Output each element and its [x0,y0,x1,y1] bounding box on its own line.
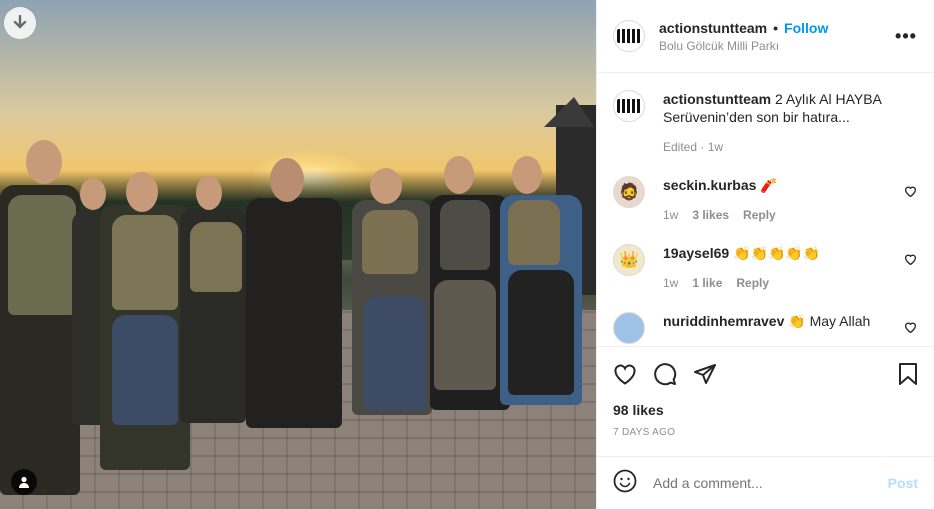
likes-count[interactable]: 98 likes [613,402,918,418]
share-icon [694,364,716,384]
reply-button[interactable]: Reply [743,208,776,222]
avatar[interactable]: 🧔 [613,176,645,208]
comment-time[interactable]: 1w [663,276,678,290]
avatar[interactable] [613,20,645,52]
post-side-panel: actionstuntteam • Follow Bolu Gölcük Milli… [596,0,934,509]
share-button[interactable] [693,363,717,385]
more-options-button[interactable]: ••• [894,26,918,47]
bookmark-icon [899,363,917,385]
download-icon [13,15,27,29]
comment-input[interactable] [653,475,888,491]
caption-time[interactable]: 1w [708,140,723,154]
like-button[interactable] [613,363,637,385]
post-header: actionstuntteam • Follow Bolu Gölcük Milli… [597,0,934,73]
comment-like-button[interactable] [904,184,918,224]
comments-list[interactable]: actionstuntteam 2 Aylık Al HAYBA Serüven… [597,74,934,346]
comment-composer: Post [597,456,934,509]
caption-username[interactable]: actionstuntteam [663,91,771,107]
post-comment-button[interactable]: Post [888,475,918,491]
save-button[interactable] [898,363,918,385]
avatar[interactable]: 👑 [613,244,645,276]
emoji-button[interactable] [613,469,637,498]
caption: actionstuntteam 2 Aylık Al HAYBA Serüven… [613,90,918,156]
heart-icon [904,322,917,334]
avatar[interactable] [613,312,645,344]
comment-item: 👑 19aysel69 👏👏👏👏👏 1w 1 like Reply [613,244,918,292]
reply-button[interactable]: Reply [736,276,769,290]
comment-like-button[interactable] [904,320,918,344]
post-username[interactable]: actionstuntteam [659,20,767,36]
comment-button[interactable] [653,362,677,386]
comment-text: 👏 May Allah [788,313,871,329]
post-view: actionstuntteam • Follow Bolu Gölcük Milli… [0,0,934,509]
comment-likes[interactable]: 3 likes [692,208,729,222]
comment-username[interactable]: nuriddinhemravev [663,313,784,329]
heart-icon [614,364,636,385]
comment-item: 🧔 seckin.kurbas 🧨 1w 3 likes Reply [613,176,918,224]
comment-icon [654,363,677,386]
comment-username[interactable]: 19aysel69 [663,245,729,261]
comment-text: 👏👏👏👏👏 [733,245,821,261]
comment-username[interactable]: seckin.kurbas [663,177,756,193]
follow-button[interactable]: Follow [784,20,828,36]
comment-like-button[interactable] [904,252,918,292]
account-logo [617,29,641,43]
comment-likes[interactable]: 1 like [692,276,722,290]
more-icon: ••• [895,25,917,46]
emoji-icon [613,469,637,492]
download-button[interactable] [4,7,36,39]
user-tag-icon [19,476,29,488]
heart-icon [904,254,917,266]
post-actions: 98 likes 7 DAYS AGO [597,346,934,438]
comment-item: nuriddinhemravev 👏 May Allah [613,312,918,344]
heart-icon [904,186,917,198]
post-photo[interactable] [0,0,596,509]
tagged-users-button[interactable] [11,469,37,495]
comment-text: 🧨 [760,177,778,193]
person [246,198,342,428]
comment-time[interactable]: 1w [663,208,678,222]
post-location[interactable]: Bolu Gölcük Milli Parkı [659,39,894,53]
post-date[interactable]: 7 DAYS AGO [613,427,918,438]
avatar[interactable] [613,90,645,122]
edited-label: Edited [663,140,698,154]
